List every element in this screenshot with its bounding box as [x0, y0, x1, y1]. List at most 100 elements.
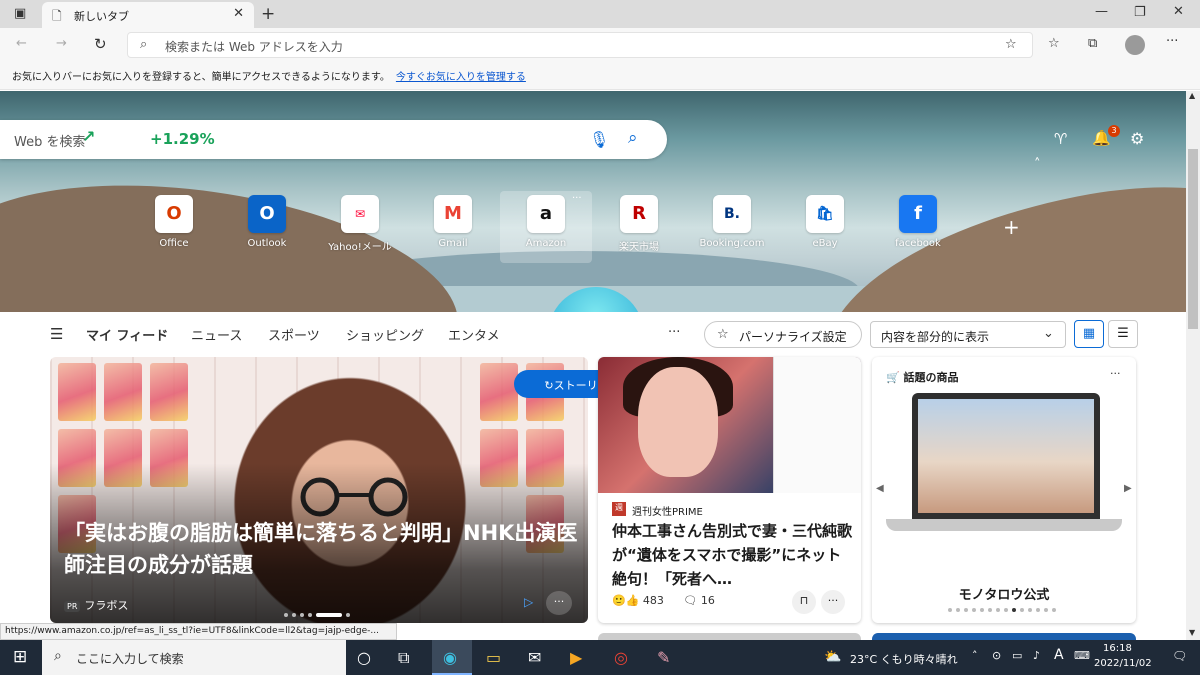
- play-icon[interactable]: ▷: [524, 595, 533, 609]
- tab-sports[interactable]: スポーツ: [268, 325, 320, 344]
- reaction-emoji-icon[interactable]: 🙂👍: [612, 594, 639, 607]
- news-card-headline[interactable]: 仲本工事さん告別式で妻・三代純歌が“遺体をスマホで撮影”にネット絶句！「死者へ…: [612, 519, 852, 591]
- windows-start-icon[interactable]: ⊞: [13, 647, 27, 667]
- chevron-down-icon: ⌄: [1043, 326, 1054, 341]
- product-name[interactable]: モノタロウ公式: [872, 584, 1136, 603]
- quick-link-office[interactable]: O Office: [128, 195, 220, 265]
- card-more-icon[interactable]: ···: [1110, 367, 1121, 380]
- tab-entertainment[interactable]: エンタメ: [448, 325, 500, 344]
- new-tab-hero: Web を検索 ↗ +1.29% 🎙 ⌕ ♈ 🔔 3 ⚙ ˄ O Office …: [0, 91, 1186, 312]
- personalize-button[interactable]: ☆ パーソナライズ設定: [704, 321, 862, 348]
- carousel-dots[interactable]: [946, 608, 1058, 612]
- hamburger-menu-icon[interactable]: ☰: [50, 325, 63, 343]
- profile-avatar[interactable]: [1125, 35, 1145, 55]
- add-favorite-icon[interactable]: ☆: [1005, 37, 1017, 52]
- quick-link-facebook[interactable]: f facebook: [872, 195, 964, 265]
- add-quick-link-icon[interactable]: +: [1003, 215, 1020, 239]
- address-input[interactable]: 検索または Web アドレスを入力: [165, 38, 343, 55]
- settings-gear-icon[interactable]: ⚙: [1130, 129, 1144, 148]
- edge-taskbar-button[interactable]: ◉: [432, 640, 472, 675]
- collections-icon[interactable]: ⧉: [1088, 36, 1097, 51]
- close-tab-icon[interactable]: ✕: [233, 6, 244, 21]
- refresh-icon[interactable]: ↻: [94, 35, 107, 53]
- address-bar[interactable]: ⌕ 検索または Web アドレスを入力 ☆: [127, 32, 1033, 58]
- quick-link-gmail[interactable]: M Gmail: [407, 195, 499, 265]
- quick-link-more-icon[interactable]: ···: [572, 193, 582, 204]
- battery-icon[interactable]: ▭: [1012, 649, 1022, 662]
- carousel-dots[interactable]: [282, 613, 352, 617]
- trending-products-card[interactable]: 🛒 話題の商品 ··· ◀ ▶ モノタロウ公式: [872, 357, 1136, 623]
- carousel-prev-icon[interactable]: ◀: [876, 483, 884, 494]
- quick-link-amazon[interactable]: a Amazon ···: [500, 191, 592, 263]
- favorites-icon[interactable]: ☆: [1048, 36, 1060, 51]
- amazon-icon: a: [527, 195, 565, 233]
- forward-icon[interactable]: →: [56, 36, 67, 51]
- chevron-up-icon[interactable]: ˄: [1034, 157, 1041, 172]
- back-icon[interactable]: ←: [16, 36, 27, 51]
- rewards-icon[interactable]: ♈: [1054, 130, 1067, 148]
- weather-text[interactable]: 23°C くもり時々晴れ: [850, 651, 958, 667]
- weather-icon[interactable]: ⛅: [824, 649, 841, 665]
- manage-favorites-link[interactable]: 今すぐお気に入りを管理する: [396, 72, 526, 83]
- ime-indicator[interactable]: A: [1054, 647, 1064, 663]
- taskbar-search-input[interactable]: ここに入力して検索: [76, 652, 184, 666]
- chrome-icon[interactable]: ◎: [614, 648, 628, 667]
- news-card[interactable]: 週 週刊女性PRIME 仲本工事さん告別式で妻・三代純歌が“遺体をスマホで撮影”…: [598, 357, 861, 623]
- onedrive-icon[interactable]: ⊙: [992, 649, 1001, 662]
- microphone-icon[interactable]: 🎙: [589, 130, 609, 149]
- main-story-headline[interactable]: 「実はお腹の脂肪は簡単に落ちると判明」NHK出演医師注目の成分が話題: [64, 517, 584, 581]
- trending-products-label: 話題の商品: [903, 371, 959, 384]
- task-view-icon[interactable]: ⧉: [398, 648, 409, 668]
- tab-news[interactable]: ニュース: [191, 325, 242, 344]
- feed-more-icon[interactable]: ···: [668, 325, 680, 340]
- card-more-icon[interactable]: ···: [821, 590, 845, 614]
- carousel-next-icon[interactable]: ▶: [1124, 483, 1132, 494]
- quick-link-rakuten[interactable]: R 楽天市場: [593, 195, 685, 265]
- grid-layout-icon[interactable]: ▦: [1074, 320, 1104, 348]
- web-search-box[interactable]: Web を検索 ↗ +1.29% 🎙 ⌕: [0, 120, 667, 159]
- scroll-down-icon[interactable]: ▼: [1189, 628, 1195, 637]
- taskbar-search[interactable]: ⌕ ここに入力して検索: [42, 640, 346, 675]
- tab-shopping[interactable]: ショッピング: [346, 325, 424, 344]
- cortana-icon[interactable]: ○: [357, 648, 371, 667]
- clock-date[interactable]: 2022/11/02: [1094, 658, 1152, 669]
- scroll-up-icon[interactable]: ▲: [1189, 91, 1195, 100]
- close-window-icon[interactable]: ✕: [1173, 4, 1184, 19]
- minimize-icon[interactable]: —: [1095, 4, 1108, 19]
- show-hidden-icons-chevron[interactable]: ˄: [972, 649, 978, 662]
- trend-up-icon: ↗: [82, 127, 96, 146]
- clock-time[interactable]: 16:18: [1103, 643, 1132, 654]
- tab-my-feed[interactable]: マイ フィード: [86, 325, 168, 344]
- more-menu-icon[interactable]: ···: [1166, 34, 1178, 49]
- quick-link-ebay[interactable]: 🛍 eBay: [779, 195, 871, 265]
- tab-new-tab[interactable]: 🗋 新しいタブ ✕: [42, 2, 254, 28]
- list-layout-icon[interactable]: ☰: [1108, 320, 1138, 348]
- vertical-scrollbar[interactable]: ▲ ▼: [1186, 91, 1200, 640]
- paint-icon[interactable]: ✎: [657, 648, 670, 667]
- quick-link-yahoo-mail[interactable]: ✉ Yahoo!メール: [314, 195, 406, 265]
- story-more-icon[interactable]: ···: [546, 591, 572, 615]
- new-tab-icon[interactable]: +: [261, 4, 275, 24]
- title-bar: ▣ 🗋 新しいタブ ✕ + — ❐ ✕: [0, 0, 1200, 28]
- stock-change: +1.29%: [150, 130, 215, 148]
- ebay-icon: 🛍: [806, 195, 844, 233]
- bookmark-icon[interactable]: ⊓: [792, 590, 816, 614]
- news-card-image: [598, 357, 861, 493]
- quick-link-booking[interactable]: B. Booking.com: [686, 195, 778, 265]
- content-visibility-select[interactable]: 内容を部分的に表示 ⌄: [870, 321, 1066, 348]
- mail-icon[interactable]: ✉: [528, 648, 541, 667]
- scrollbar-thumb[interactable]: [1188, 149, 1198, 329]
- main-story-card[interactable]: 「実はお腹の脂肪は簡単に落ちると判明」NHK出演医師注目の成分が話題 PR フラボ…: [50, 357, 588, 623]
- ime-mode-icon[interactable]: ⌨: [1074, 649, 1090, 662]
- tab-actions-icon[interactable]: ▣: [14, 6, 26, 21]
- file-explorer-icon[interactable]: ▭: [486, 648, 501, 667]
- media-player-icon[interactable]: ▶: [570, 648, 582, 667]
- notification-center-icon[interactable]: 🗨: [1172, 649, 1187, 663]
- search-input[interactable]: Web を検索: [14, 131, 85, 150]
- maximize-icon[interactable]: ❐: [1134, 5, 1146, 20]
- volume-icon[interactable]: ♪: [1033, 649, 1040, 662]
- quick-link-outlook[interactable]: O Outlook: [221, 195, 313, 265]
- quick-link-label: Amazon: [525, 238, 567, 249]
- search-submit-icon[interactable]: ⌕: [628, 128, 638, 148]
- comment-icon[interactable]: 🗨: [683, 594, 697, 607]
